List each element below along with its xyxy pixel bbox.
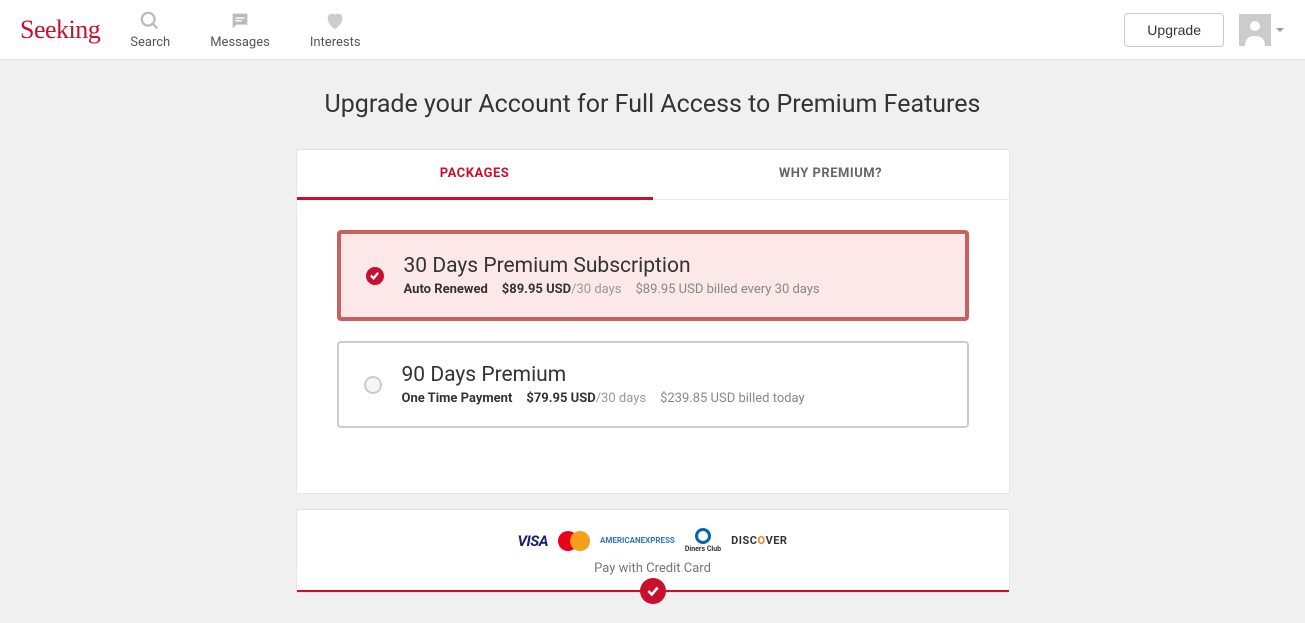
packages-panel: PACKAGES WHY PREMIUM? 30 Days Premium Su… (296, 149, 1010, 494)
pay-label: Pay with Credit Card (297, 561, 1009, 576)
package-30-days[interactable]: 30 Days Premium Subscription Auto Renewe… (337, 230, 969, 321)
diners-logo: Diners Club (685, 528, 721, 553)
tabs: PACKAGES WHY PREMIUM? (297, 150, 1009, 200)
upgrade-button[interactable]: Upgrade (1124, 13, 1224, 47)
package-billing: $239.85 USD billed today (660, 391, 805, 406)
tab-packages[interactable]: PACKAGES (297, 150, 653, 200)
nav-messages[interactable]: Messages (210, 10, 270, 50)
package-billing: $89.95 USD billed every 30 days (636, 282, 820, 297)
package-price-group: $89.95 USD/30 days (502, 282, 622, 297)
nav-interests[interactable]: Interests (310, 10, 361, 50)
package-details: One Time Payment $79.95 USD/30 days $239… (402, 391, 942, 406)
payment-panel: VISA AMERICANEXPRESS Diners Club DISCOVE… (296, 509, 1010, 593)
search-icon (139, 10, 161, 32)
user-menu[interactable] (1239, 14, 1285, 46)
package-renewal: One Time Payment (402, 391, 513, 406)
nav-search[interactable]: Search (130, 10, 170, 50)
avatar (1239, 14, 1271, 46)
amex-logo: AMERICANEXPRESS (600, 537, 675, 545)
package-90-days[interactable]: 90 Days Premium One Time Payment $79.95 … (337, 341, 969, 428)
card-logos: VISA AMERICANEXPRESS Diners Club DISCOVE… (297, 528, 1009, 553)
mastercard-logo (558, 531, 590, 551)
messages-icon (229, 10, 251, 32)
tab-why-premium[interactable]: WHY PREMIUM? (653, 150, 1009, 200)
payment-divider (297, 590, 1009, 592)
nav-label: Search (130, 35, 170, 50)
main-content: Upgrade your Account for Full Access to … (296, 60, 1010, 623)
logo[interactable]: Seeking (20, 15, 100, 45)
heart-icon (324, 10, 346, 32)
package-list: 30 Days Premium Subscription Auto Renewe… (297, 200, 1009, 493)
chevron-down-icon (1275, 25, 1285, 35)
page-title: Upgrade your Account for Full Access to … (296, 90, 1010, 119)
discover-logo: DISCOVER (731, 534, 787, 547)
package-title: 90 Days Premium (402, 363, 942, 387)
package-content: 30 Days Premium Subscription Auto Renewe… (404, 254, 940, 297)
nav-label: Messages (210, 35, 270, 50)
package-content: 90 Days Premium One Time Payment $79.95 … (402, 363, 942, 406)
package-renewal: Auto Renewed (404, 282, 488, 297)
visa-logo: VISA (518, 532, 549, 550)
radio-checked-icon (366, 267, 384, 285)
nav-label: Interests (310, 35, 361, 50)
app-header: Seeking Search Messages Interests Upgrad… (0, 0, 1305, 60)
package-title: 30 Days Premium Subscription (404, 254, 940, 278)
check-badge-icon (640, 578, 666, 604)
radio-unchecked-icon (364, 376, 382, 394)
package-details: Auto Renewed $89.95 USD/30 days $89.95 U… (404, 282, 940, 297)
nav-bar: Search Messages Interests (130, 10, 360, 50)
package-price-group: $79.95 USD/30 days (526, 391, 646, 406)
